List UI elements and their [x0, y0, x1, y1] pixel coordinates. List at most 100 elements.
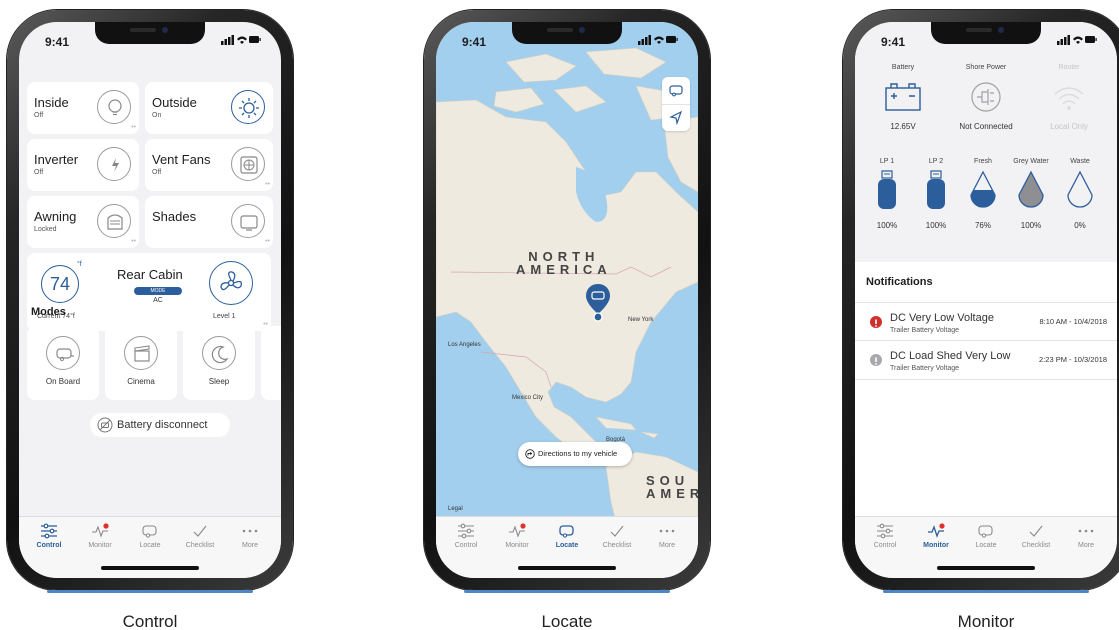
propane-tank-icon — [878, 170, 896, 209]
directions-button[interactable]: Directions to my vehicle — [518, 442, 632, 466]
tank-label: Grey Water — [1013, 158, 1049, 165]
more-dots-icon: •• — [265, 238, 270, 245]
card-status: On — [152, 112, 162, 119]
notification-title: DC Load Shed Very Low — [890, 350, 1011, 362]
tab-label: Checklist — [185, 542, 215, 549]
card-title: Awning — [34, 209, 77, 224]
mode-value: AC — [153, 297, 163, 304]
card-title: Inverter — [34, 152, 79, 167]
ellipsis-icon — [242, 529, 258, 533]
tank-label: Fresh — [974, 158, 992, 165]
tab-more[interactable]: More — [224, 523, 276, 549]
notification-item[interactable]: DC Load Shed Very Low Trailer Battery Vo… — [855, 340, 1117, 380]
mode-on-board[interactable]: On Board — [27, 326, 99, 400]
checkmark-icon — [610, 525, 624, 537]
tab-checklist[interactable]: Checklist — [591, 523, 643, 549]
tab-label: Control — [873, 542, 897, 549]
monitor-screen: 9:41 Battery Shore Power Router 12.65V N… — [855, 22, 1117, 578]
card-shades[interactable]: Shades •• — [145, 196, 273, 248]
phone-locate: NORTH AMERICA SOU AMER New York Los Ange… — [424, 10, 710, 593]
map-controls — [662, 77, 690, 131]
temperature-circle[interactable]: 74 — [41, 265, 79, 303]
legal-link[interactable]: Legal — [448, 506, 463, 512]
phone-control: 9:41 Inside Off •• Outside On Inverter O… — [7, 10, 293, 593]
card-title: Inside — [34, 95, 69, 110]
tab-locate[interactable]: Locate — [124, 523, 176, 549]
tab-monitor[interactable]: Monitor — [491, 523, 543, 549]
tab-label: Checklist — [1021, 542, 1051, 549]
lightbulb-icon[interactable] — [97, 90, 131, 124]
city-label: Mexico City — [512, 395, 544, 401]
notification-subtitle: Trailer Battery Voltage — [890, 365, 959, 372]
notification-item[interactable]: DC Very Low Voltage Trailer Battery Volt… — [855, 302, 1117, 340]
more-dots-icon: •• — [131, 238, 136, 245]
checkmark-icon — [1029, 525, 1043, 537]
fan-speed-circle[interactable] — [209, 261, 253, 305]
notch — [512, 22, 622, 44]
bolt-icon[interactable] — [97, 147, 131, 181]
card-status: Off — [34, 112, 44, 119]
trailer-icon — [978, 525, 993, 538]
notch — [931, 22, 1041, 44]
tab-checklist[interactable]: Checklist — [1010, 523, 1062, 549]
location-arrow-icon[interactable] — [662, 104, 690, 131]
temperature-value: 74 — [49, 274, 71, 294]
tab-checklist[interactable]: Checklist — [174, 523, 226, 549]
tab-locate[interactable]: Locate — [960, 523, 1012, 549]
notifications-title: Notifications — [866, 276, 933, 288]
sliders-icon — [877, 523, 893, 539]
tab-locate[interactable]: Locate — [541, 523, 593, 549]
climate-card[interactable]: 74 °f Current 74°f Rear Cabin MODE AC Le… — [27, 253, 271, 331]
map-view[interactable]: NORTH AMERICA SOU AMER New York Los Ange… — [436, 22, 698, 578]
awning-icon[interactable] — [97, 204, 131, 238]
vehicle-location-pin-icon[interactable] — [585, 284, 611, 322]
mode-cinema[interactable]: Cinema — [105, 326, 177, 400]
fan-icon[interactable] — [231, 147, 265, 181]
caption-monitor: Monitor — [957, 612, 1015, 630]
power-value: 12.65V — [890, 122, 916, 131]
tab-label: Checklist — [602, 542, 632, 549]
tab-control[interactable]: Control — [440, 523, 492, 549]
notch — [95, 22, 205, 44]
status-time: 9:41 — [45, 35, 70, 49]
trailer-icon — [46, 336, 80, 370]
card-inverter[interactable]: Inverter Off — [27, 139, 139, 191]
propane-tank-icon — [927, 170, 945, 209]
battery-disconnect-button[interactable]: Battery disconnect — [90, 413, 230, 437]
mode-label: MODE — [150, 288, 166, 294]
trailer-icon[interactable] — [662, 77, 690, 104]
mode-partial[interactable] — [261, 326, 281, 400]
card-outside[interactable]: Outside On — [145, 82, 273, 134]
card-vent-fans[interactable]: Vent Fans Off •• — [145, 139, 273, 191]
card-inside[interactable]: Inside Off •• — [27, 82, 139, 134]
home-indicator — [101, 566, 199, 570]
alert-icon — [870, 316, 882, 328]
tab-more[interactable]: More — [641, 523, 693, 549]
sun-icon[interactable] — [231, 90, 265, 124]
more-dots-icon: •• — [265, 181, 270, 188]
city-label: New York — [628, 317, 654, 323]
tab-label: Locate — [555, 542, 579, 549]
water-drop-icon — [1067, 170, 1093, 208]
card-title: Outside — [152, 95, 197, 110]
water-drop-icon — [970, 170, 996, 208]
trailer-icon — [142, 525, 157, 538]
card-status: Locked — [34, 226, 57, 233]
tab-label: Control — [36, 542, 62, 549]
tab-monitor[interactable]: Monitor — [910, 523, 962, 549]
tab-control[interactable]: Control — [859, 523, 911, 549]
mode-sleep[interactable]: Sleep — [183, 326, 255, 400]
tab-control[interactable]: Control — [23, 523, 75, 549]
battery-disconnect-label: Battery disconnect — [117, 419, 208, 431]
status-icons — [1057, 35, 1097, 45]
mode-pill[interactable]: MODE — [134, 287, 182, 295]
modes-title: Modes — [31, 306, 66, 318]
tab-monitor[interactable]: Monitor — [74, 523, 126, 549]
mode-label: Cinema — [127, 377, 155, 386]
tab-label: Locate — [139, 542, 161, 549]
shade-icon[interactable] — [231, 204, 265, 238]
locate-screen: NORTH AMERICA SOU AMER New York Los Ange… — [436, 22, 698, 578]
power-value: Not Connected — [959, 122, 1013, 131]
card-awning[interactable]: Awning Locked •• — [27, 196, 139, 248]
tab-more[interactable]: More — [1060, 523, 1112, 549]
